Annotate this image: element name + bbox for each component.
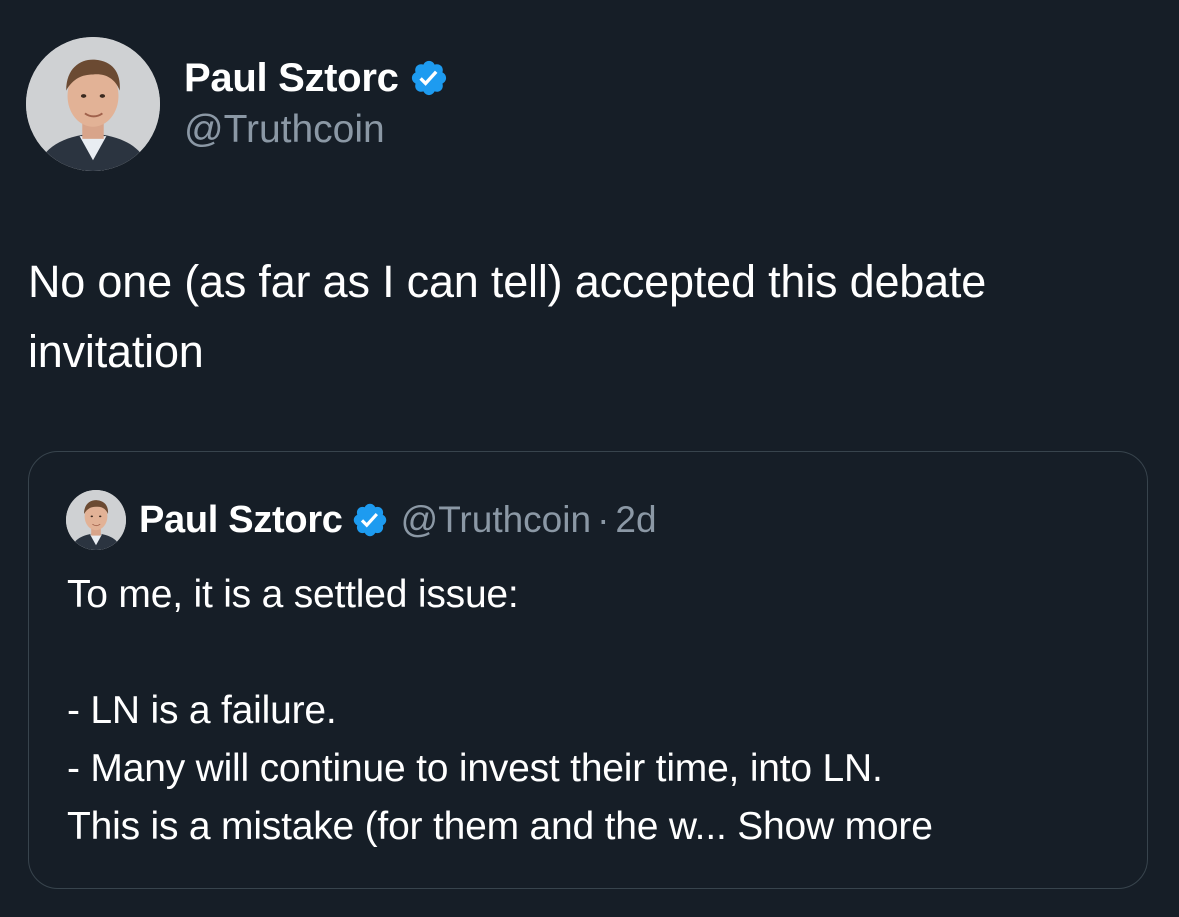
tweet-text: No one (as far as I can tell) accepted t…	[28, 247, 1148, 387]
quoted-author-avatar[interactable]	[66, 490, 126, 550]
quoted-text-blank-line	[67, 624, 1127, 682]
quoted-text-line: This is a mistake (for them and the w...	[67, 805, 727, 848]
quoted-text-line: - Many will continue to invest their tim…	[67, 747, 883, 790]
author-name[interactable]: Paul Sztorc	[184, 56, 399, 101]
verified-badge-icon	[411, 60, 446, 96]
profile-photo-icon	[26, 37, 160, 171]
verified-badge-icon	[353, 503, 386, 537]
tweet-text-line: invitation	[28, 326, 204, 377]
show-more-link[interactable]: Show more	[737, 805, 933, 848]
quoted-text-last-line: This is a mistake (for them and the w...…	[67, 798, 1127, 856]
separator-dot: ·	[597, 499, 610, 540]
quoted-tweet-timestamp[interactable]: 2d	[615, 499, 656, 541]
author-avatar[interactable]	[26, 37, 160, 171]
author-handle[interactable]: @Truthcoin	[184, 108, 385, 152]
profile-photo-icon	[66, 490, 126, 550]
quoted-tweet-card[interactable]: Paul Sztorc @Truthcoin · 2d To me, it is…	[28, 451, 1148, 889]
quoted-tweet-header: Paul Sztorc @Truthcoin · 2d	[139, 496, 657, 544]
quoted-tweet-text: To me, it is a settled issue: - LN is a …	[67, 566, 1127, 856]
quoted-author-handle[interactable]: @Truthcoin	[401, 499, 591, 541]
quoted-author-name[interactable]: Paul Sztorc	[139, 499, 343, 542]
author-name-row: Paul Sztorc	[184, 52, 449, 104]
tweet-text-line: No one (as far as I can tell) accepted t…	[28, 256, 987, 307]
quoted-text-line: To me, it is a settled issue:	[67, 573, 519, 616]
quoted-text-line: - LN is a failure.	[67, 689, 337, 732]
